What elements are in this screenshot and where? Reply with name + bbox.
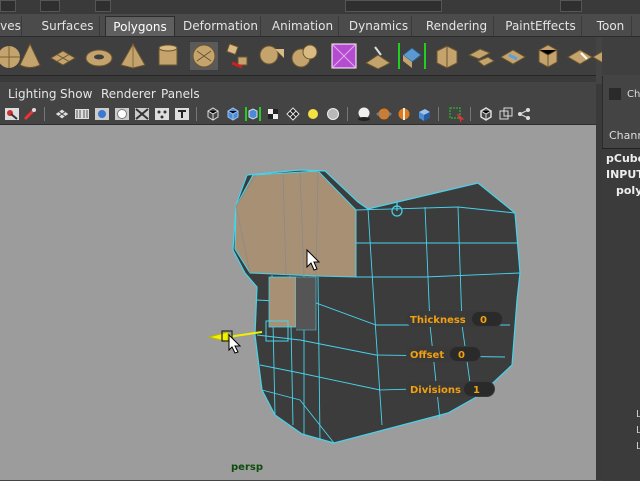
move-manipulator[interactable] <box>207 330 263 343</box>
bounding-box-icon[interactable] <box>478 106 494 122</box>
menu-slot <box>0 0 16 12</box>
tab-dynamics[interactable]: Dynamics <box>346 16 412 36</box>
light-icon[interactable] <box>94 106 110 122</box>
cone-icon[interactable] <box>15 41 45 71</box>
toolbar-separator <box>44 107 45 121</box>
panel-menu-bar: Lighting Show Renderer Panels <box>0 84 596 104</box>
channel-tab-label[interactable]: Ch <box>627 89 640 100</box>
split-polygon-icon[interactable] <box>432 41 462 71</box>
all-lights-icon[interactable] <box>325 106 341 122</box>
toolbar-separator <box>347 107 348 121</box>
tab-curves[interactable]: ves <box>0 16 22 36</box>
tab-painteffects[interactable]: PaintEffects <box>500 16 582 36</box>
plane-icon[interactable] <box>48 41 78 71</box>
panels-menu[interactable]: Panels <box>161 86 200 102</box>
mesh-scene[interactable]: Thickness 0 Offset 0 Divisions 1 <box>0 125 596 480</box>
checker-icon[interactable] <box>285 106 301 122</box>
input-node[interactable]: poly <box>616 184 640 197</box>
renderer-menu[interactable]: Renderer <box>101 86 156 102</box>
layer-label: L <box>636 409 640 420</box>
default-light-icon[interactable] <box>305 106 321 122</box>
hud-offset[interactable]: Offset 0 <box>406 346 481 362</box>
top-title-strip <box>0 0 640 14</box>
divisions-value[interactable]: 1 <box>473 385 480 396</box>
smooth-icon[interactable] <box>222 41 252 71</box>
toolbar-separator <box>470 107 471 121</box>
subdiv-cube-icon[interactable] <box>397 41 427 71</box>
offset-value[interactable]: 0 <box>458 350 465 361</box>
perspective-viewport[interactable]: Thickness 0 Offset 0 Divisions 1 persp <box>0 125 596 480</box>
safe-action-icon[interactable] <box>114 106 130 122</box>
layer-label: L <box>636 425 640 436</box>
tab-polygons[interactable]: Polygons <box>105 16 175 36</box>
wedge-icon[interactable] <box>466 41 496 71</box>
toolbar-separator <box>438 107 439 121</box>
field-chart-icon[interactable] <box>154 106 170 122</box>
show-menu[interactable]: Show <box>60 86 92 102</box>
extrude-icon[interactable] <box>329 41 359 71</box>
inputs-header: INPUT <box>606 168 640 181</box>
thickness-value[interactable]: 0 <box>480 315 487 326</box>
channel-box-title: Chann <box>609 129 640 142</box>
lighting-menu[interactable]: Lighting <box>8 86 57 102</box>
shelf-tabs: ves Surfaces Polygons Deformation Animat… <box>0 14 640 37</box>
torus-icon[interactable] <box>84 41 114 71</box>
backface-icon[interactable] <box>498 106 514 122</box>
node-icon[interactable] <box>516 106 532 122</box>
menu-slot <box>560 0 582 12</box>
high-quality-icon[interactable] <box>376 106 392 122</box>
thickness-label: Thickness <box>410 315 466 326</box>
command-field[interactable] <box>345 0 442 12</box>
tab-rendering[interactable]: Rendering <box>420 16 494 36</box>
status-line-end <box>602 37 640 75</box>
extract-icon[interactable] <box>289 41 319 71</box>
panel-toolbar <box>0 104 596 125</box>
tab-surfaces[interactable]: Surfaces <box>36 16 100 36</box>
menu-slot <box>95 0 111 12</box>
xray-icon[interactable] <box>416 106 432 122</box>
tab-toon[interactable]: Toon <box>590 16 632 36</box>
manipulator-cursor-icon <box>228 333 242 354</box>
resolution-gate-icon[interactable] <box>134 106 150 122</box>
select-icon[interactable] <box>448 106 464 122</box>
panel-divider <box>0 76 596 82</box>
hud-divisions[interactable]: Divisions 1 <box>406 381 495 397</box>
panel-toggle-icon[interactable] <box>609 88 621 100</box>
grid-icon[interactable] <box>54 106 70 122</box>
cylinder-icon[interactable] <box>153 41 183 71</box>
bevel-icon[interactable] <box>363 41 393 71</box>
channel-box: pCube INPUT poly L L L <box>602 148 640 481</box>
offset-label: Offset <box>410 350 444 361</box>
wireframe-icon[interactable] <box>205 106 221 122</box>
menu-slot <box>40 0 60 12</box>
tab-animation[interactable]: Animation <box>267 16 339 36</box>
separate-icon[interactable] <box>257 41 287 71</box>
shadows-icon[interactable] <box>356 106 372 122</box>
divisions-label: Divisions <box>410 385 461 396</box>
film-gate-icon[interactable] <box>74 106 90 122</box>
isolate-icon[interactable] <box>396 106 412 122</box>
cube-mesh[interactable] <box>232 169 521 444</box>
lasso-camera-icon[interactable] <box>22 106 38 122</box>
hud-thickness[interactable]: Thickness 0 <box>406 311 503 327</box>
object-name[interactable]: pCube <box>606 152 640 165</box>
layer-label: L <box>636 441 640 452</box>
shaded-icon[interactable] <box>225 106 241 122</box>
wireframe-on-shaded-icon[interactable] <box>245 106 261 122</box>
merge-icon[interactable] <box>533 41 563 71</box>
tab-deformation[interactable]: Deformation <box>181 16 261 36</box>
combine-icon[interactable] <box>189 41 219 71</box>
camera-name-label: persp <box>231 462 263 473</box>
textured-icon[interactable] <box>265 106 281 122</box>
toolbar-separator <box>196 107 197 121</box>
bridge-icon[interactable] <box>498 41 528 71</box>
camera-icon[interactable] <box>4 106 20 122</box>
polygons-shelf <box>0 37 618 76</box>
pyramid-icon[interactable] <box>118 41 148 71</box>
text-icon[interactable] <box>174 106 190 122</box>
